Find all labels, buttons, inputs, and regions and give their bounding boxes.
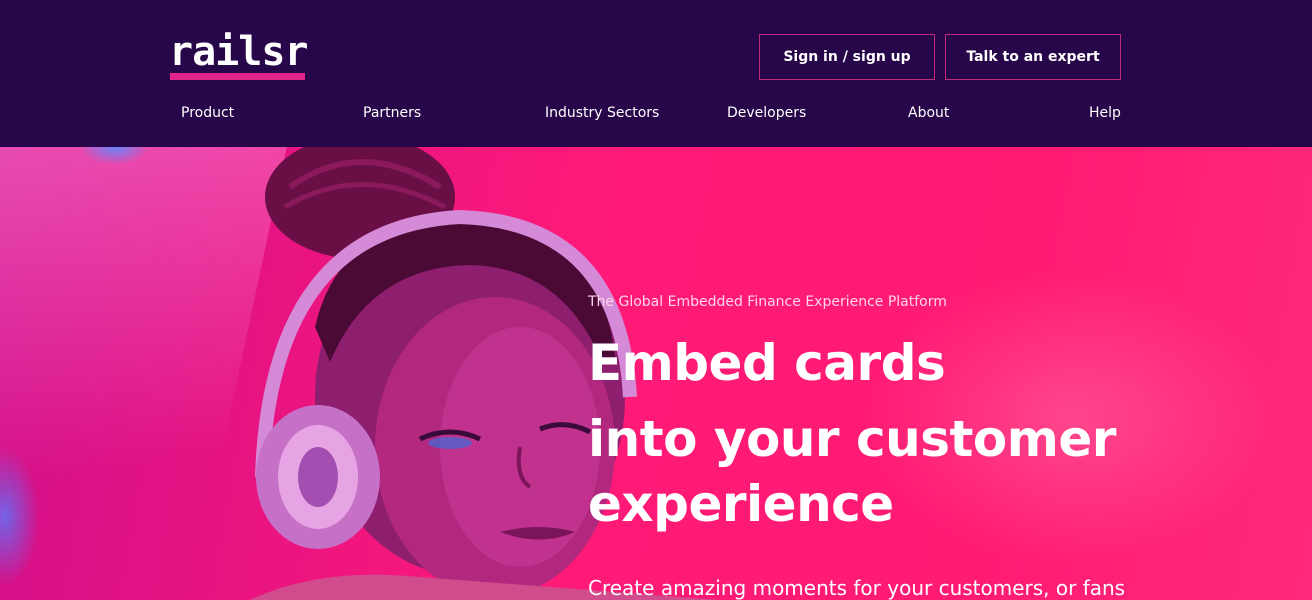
nav-item-partners[interactable]: Partners	[363, 104, 421, 122]
site-header: railsr Sign in / sign up Talk to an expe…	[0, 0, 1312, 147]
hero-section: The Global Embedded Finance Experience P…	[0, 147, 1312, 600]
railsr-logo[interactable]: railsr	[169, 29, 308, 82]
talk-to-expert-button[interactable]: Talk to an expert	[945, 34, 1121, 80]
hero-headline-line3: experience	[588, 475, 894, 533]
nav-item-help[interactable]: Help	[1089, 104, 1121, 122]
logo-underline	[170, 73, 305, 80]
hero-subline: Create amazing moments for your customer…	[588, 576, 1126, 600]
hero-eyebrow: The Global Embedded Finance Experience P…	[588, 294, 947, 310]
hero-headline-line2: into your customer	[588, 410, 1116, 468]
logo-wordmark: railsr	[169, 29, 308, 75]
nav-item-developers[interactable]: Developers	[727, 104, 806, 122]
nav-item-product[interactable]: Product	[181, 104, 234, 122]
nav-item-industry-sectors[interactable]: Industry Sectors	[545, 104, 659, 122]
nav-item-about[interactable]: About	[908, 104, 949, 122]
sign-in-button[interactable]: Sign in / sign up	[759, 34, 935, 80]
hero-headline-line1: Embed cards	[588, 334, 946, 392]
